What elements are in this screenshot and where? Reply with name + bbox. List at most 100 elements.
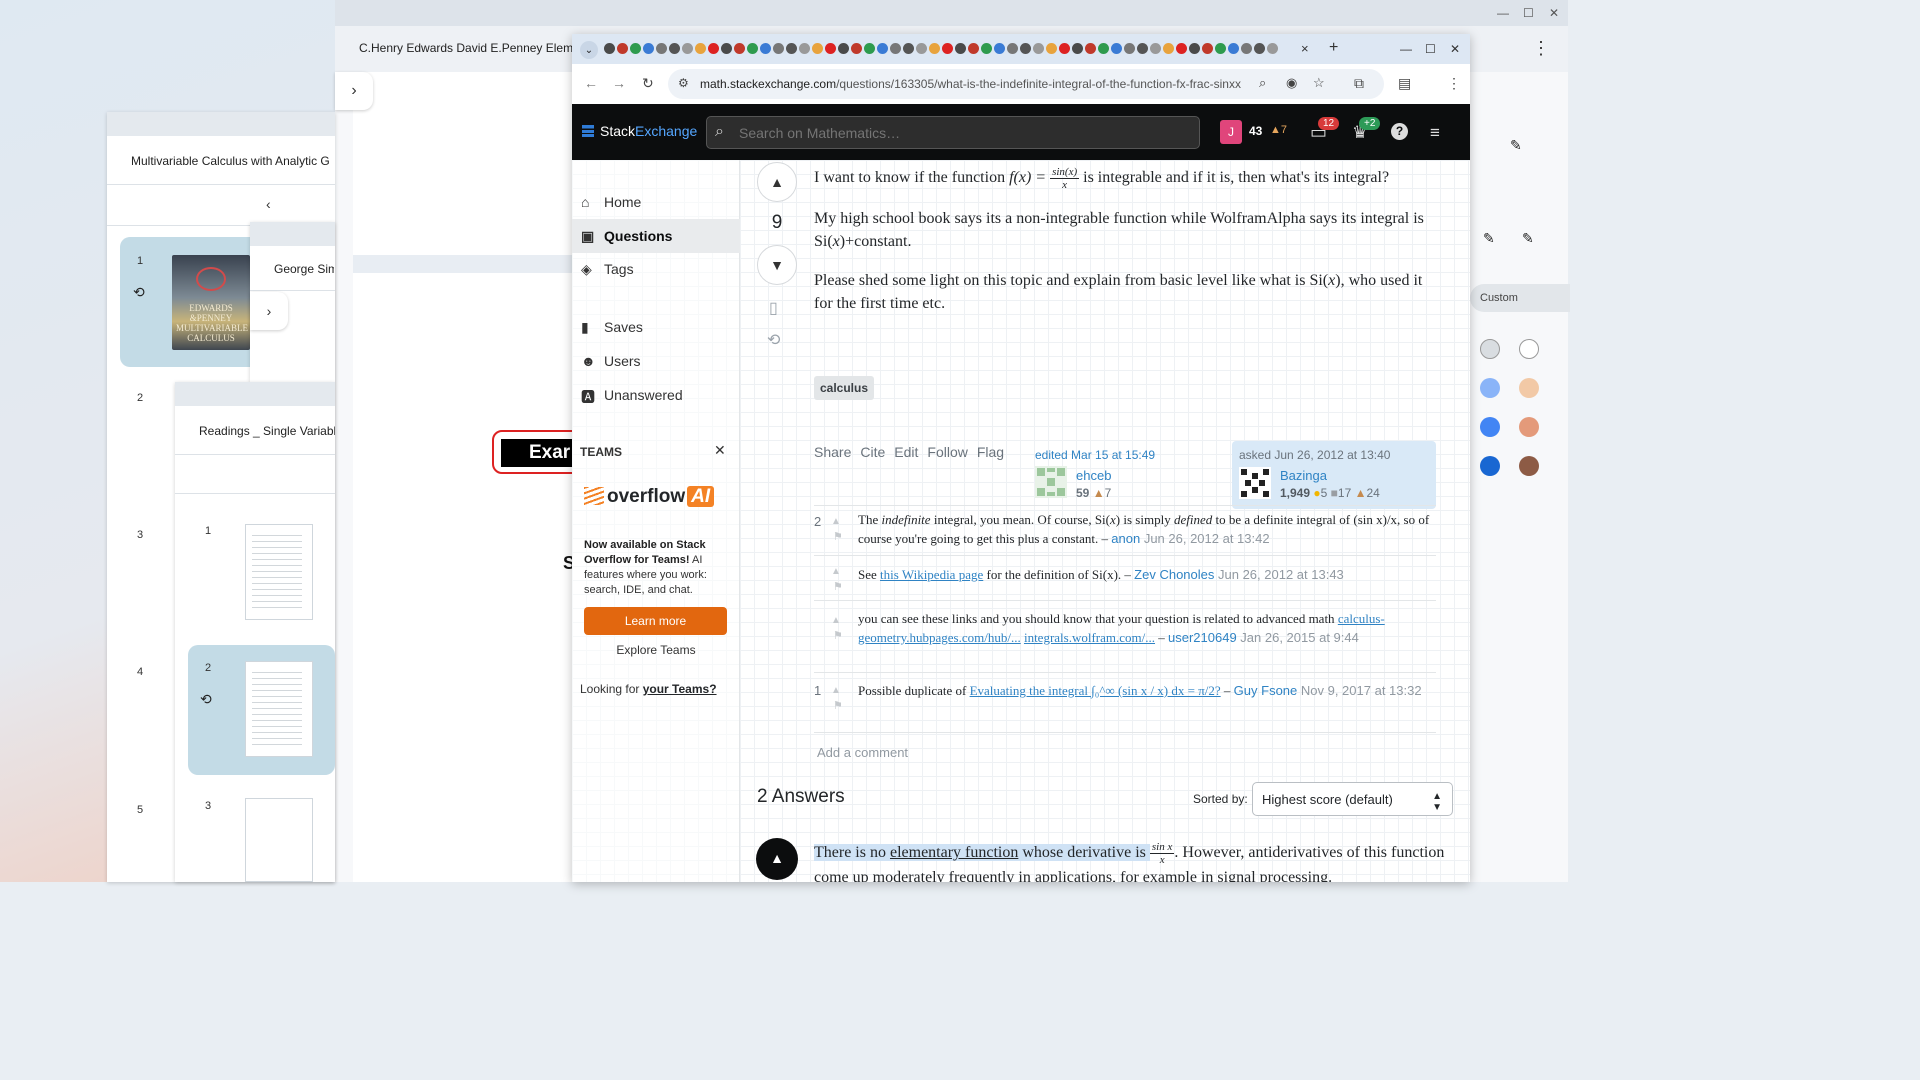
sidebar-item-questions[interactable]: ▣ Questions xyxy=(572,219,740,253)
comment-user[interactable]: anon xyxy=(1111,531,1140,546)
custom-color-chip[interactable]: Custom xyxy=(1470,284,1570,312)
tab-favicon[interactable] xyxy=(708,42,719,54)
comment-date[interactable]: Jun 26, 2012 at 13:42 xyxy=(1140,531,1270,546)
tab-favicon[interactable] xyxy=(994,42,1005,54)
tab-favicon[interactable] xyxy=(604,42,615,54)
page-thumbnail[interactable] xyxy=(245,524,313,620)
tab-favicon[interactable] xyxy=(1033,42,1044,54)
tab-favicon[interactable] xyxy=(734,42,745,54)
tab-favicon[interactable] xyxy=(656,42,667,54)
comment-date[interactable]: Jan 26, 2015 at 9:44 xyxy=(1237,630,1359,645)
downvote-button[interactable]: ▼ xyxy=(757,245,797,285)
tab-favicon[interactable] xyxy=(1228,42,1239,54)
tab-favicon[interactable] xyxy=(1111,42,1122,54)
share-link[interactable]: Share xyxy=(814,444,851,460)
follow-link[interactable]: Follow xyxy=(927,444,967,460)
color-swatch[interactable] xyxy=(1519,456,1539,476)
tab-favicon[interactable] xyxy=(747,42,758,54)
tab-favicon[interactable] xyxy=(1189,42,1200,54)
expand-sidebar-button[interactable]: › xyxy=(335,72,373,110)
tab-favicon[interactable] xyxy=(1137,42,1148,54)
color-swatch[interactable] xyxy=(1480,339,1500,359)
tab-favicon[interactable] xyxy=(838,42,849,54)
page-thumbnail[interactable] xyxy=(245,798,313,882)
tab-favicon[interactable] xyxy=(851,42,862,54)
edit-link[interactable]: Edit xyxy=(894,444,918,460)
your-teams-link[interactable]: your Teams? xyxy=(643,682,717,696)
tab-favicon[interactable] xyxy=(643,42,654,54)
tab-favicon[interactable] xyxy=(630,42,641,54)
tab-favicon[interactable] xyxy=(669,42,680,54)
tab-favicon[interactable] xyxy=(721,42,732,54)
sidebar-item-home[interactable]: ⌂ Home xyxy=(572,185,740,219)
tab-favicon[interactable] xyxy=(1098,42,1109,54)
color-swatch[interactable] xyxy=(1519,417,1539,437)
tab-favicon[interactable] xyxy=(942,42,953,54)
answer-upvote-button[interactable]: ▲ xyxy=(756,838,798,880)
tab-favicon[interactable] xyxy=(1007,42,1018,54)
tab-favicon[interactable] xyxy=(1202,42,1213,54)
tab-favicon[interactable] xyxy=(773,42,784,54)
new-tab-button[interactable]: + xyxy=(1329,39,1338,57)
reputation-count[interactable]: 43 xyxy=(1249,124,1262,138)
tab-favicon[interactable] xyxy=(1085,42,1096,54)
editor-name[interactable]: ehceb xyxy=(1076,468,1111,483)
tab-favicon[interactable] xyxy=(955,42,966,54)
url-text[interactable]: math.stackexchange.com/questions/163305/… xyxy=(700,77,1241,91)
color-swatch[interactable] xyxy=(1519,378,1539,398)
color-swatch[interactable] xyxy=(1519,339,1539,359)
tab-favicon[interactable] xyxy=(968,42,979,54)
history-icon[interactable]: ⟲ xyxy=(767,330,780,350)
stackexchange-logo[interactable]: StackExchange xyxy=(582,123,697,139)
next-button[interactable]: › xyxy=(250,292,288,330)
zoom-icon[interactable]: ⌕ xyxy=(1259,75,1266,91)
tab-favicon[interactable] xyxy=(890,42,901,54)
sidebar-item-users[interactable]: ☻ Users xyxy=(572,344,740,378)
tab-favicon[interactable] xyxy=(825,42,836,54)
tab-favicon[interactable] xyxy=(864,42,875,54)
sort-select[interactable]: Highest score (default) ▲ ▼ xyxy=(1252,782,1453,816)
learn-more-button[interactable]: Learn more xyxy=(584,607,727,635)
rotate-icon[interactable]: ⟲ xyxy=(133,284,145,301)
tab-favicon[interactable] xyxy=(1215,42,1226,54)
tab-search-button[interactable]: ⌄ xyxy=(580,41,598,59)
tab-favicon[interactable] xyxy=(1176,42,1187,54)
tab-favicon[interactable] xyxy=(682,42,693,54)
bookmark-star-icon[interactable]: ☆ xyxy=(1313,75,1325,91)
avatar[interactable]: J xyxy=(1220,120,1242,144)
tab-favicon[interactable] xyxy=(1254,42,1265,54)
tab-favicon[interactable] xyxy=(786,42,797,54)
tab-favicon[interactable] xyxy=(1072,42,1083,54)
tab-favicon[interactable] xyxy=(981,42,992,54)
duplicate-link[interactable]: Evaluating the integral ∫₀^∞ (sin x / x)… xyxy=(970,683,1221,698)
tab-favicon[interactable] xyxy=(1020,42,1031,54)
flag-icon[interactable]: ⚑ xyxy=(833,578,843,597)
sidebar-item-saves[interactable]: ▮ Saves xyxy=(572,310,740,344)
elementary-function-link[interactable]: elementary function xyxy=(890,844,1018,861)
thumbnail-window-title[interactable]: George Sim xyxy=(274,262,334,276)
tab-favicon[interactable] xyxy=(916,42,927,54)
book-cover-thumbnail[interactable]: EDWARDS &PENNEY MULTIVARIABLE CALCULUS xyxy=(172,255,250,350)
achievements-badge[interactable]: +2 xyxy=(1359,117,1381,130)
wikipedia-link[interactable]: this Wikipedia page xyxy=(880,567,983,582)
comment-user[interactable]: Zev Chonoles xyxy=(1134,567,1214,582)
bronze-badge-count[interactable]: ▲7 xyxy=(1270,124,1287,136)
page-thumbnail[interactable] xyxy=(245,661,313,757)
edited-time-link[interactable]: edited Mar 15 at 15:49 xyxy=(1035,448,1155,462)
tab-close-button[interactable]: × xyxy=(1301,41,1309,56)
flag-link[interactable]: Flag xyxy=(977,444,1004,460)
address-bar[interactable]: ⚙ math.stackexchange.com/questions/16330… xyxy=(668,69,1384,99)
comment-link[interactable]: integrals.wolfram.com/... xyxy=(1024,630,1155,645)
minimize-icon[interactable]: — xyxy=(1497,6,1509,20)
chevron-left-icon[interactable]: ‹ xyxy=(266,196,271,212)
flag-icon[interactable]: ⚑ xyxy=(833,528,843,547)
tab-favicon[interactable] xyxy=(695,42,706,54)
add-comment-link[interactable]: Add a comment xyxy=(817,745,908,760)
eye-off-icon[interactable]: ◉ xyxy=(1286,75,1297,91)
cite-link[interactable]: Cite xyxy=(860,444,885,460)
tab-favicon[interactable] xyxy=(1163,42,1174,54)
thumbnail-window-title[interactable]: Multivariable Calculus with Analytic G xyxy=(131,154,335,168)
tab-favicon[interactable] xyxy=(1046,42,1057,54)
tab-favicon[interactable] xyxy=(617,42,628,54)
bookmark-icon[interactable]: ▯ xyxy=(769,298,778,318)
